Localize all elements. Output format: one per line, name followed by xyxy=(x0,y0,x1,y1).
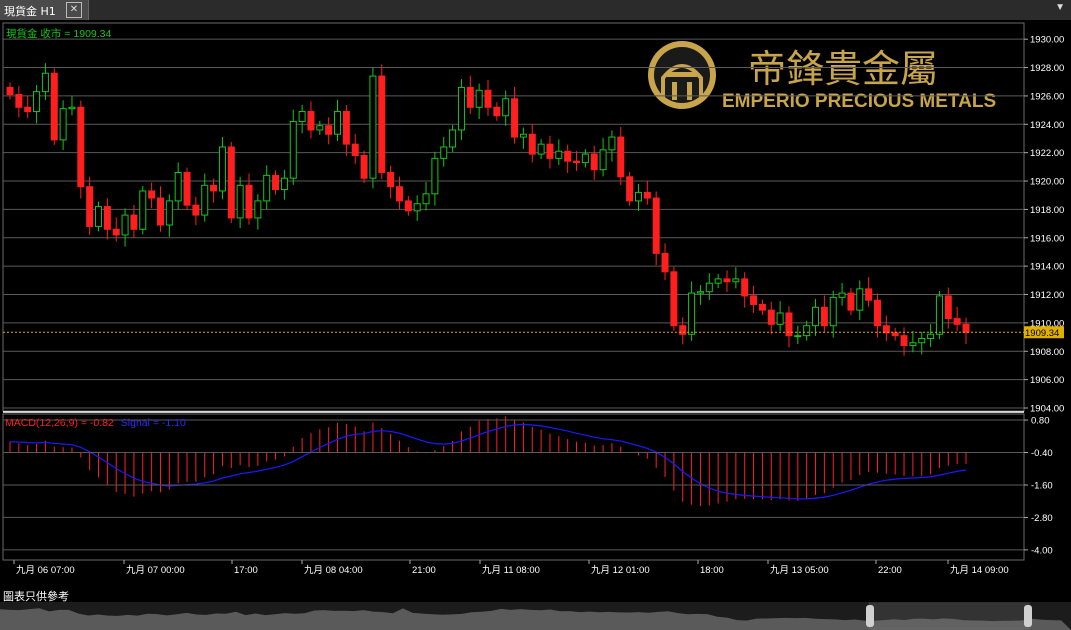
scroll-handle-right-icon[interactable] xyxy=(1024,605,1032,627)
candlestick xyxy=(378,64,386,180)
time-axis-label: 九月 14 09:00 xyxy=(950,564,1009,576)
macd-label: MACD(12,26,9) = -0.82 xyxy=(5,417,114,429)
macd-tick-label: 0.80 xyxy=(1031,416,1050,427)
price-tick-label: 1906.00 xyxy=(1030,375,1064,386)
tab-title: 現貨金 H1 xyxy=(4,5,56,18)
current-price-label: 1909.34 xyxy=(1025,328,1059,339)
time-axis-label: 九月 12 01:00 xyxy=(591,564,650,576)
candlestick xyxy=(626,171,634,206)
time-axis-label: 九月 07 00:00 xyxy=(126,564,185,576)
price-tick-label: 1914.00 xyxy=(1030,262,1064,273)
price-tick-label: 1918.00 xyxy=(1030,205,1064,216)
close-icon[interactable]: ✕ xyxy=(66,2,82,18)
logo-chinese-text: 帝鋒貴金屬 xyxy=(748,47,938,91)
macd-tick-label: -4.00 xyxy=(1031,545,1053,556)
time-axis-label: 九月 11 08:00 xyxy=(482,564,540,576)
time-axis-label: 17:00 xyxy=(234,565,258,576)
candlestick xyxy=(227,142,235,223)
candlestick xyxy=(360,150,368,184)
tab-gold-h1[interactable]: 現貨金 H1 ✕ xyxy=(0,0,89,20)
chart-area[interactable]: 帝鋒貴金屬 EMPERIO PRECIOUS METALS 1930.00 192… xyxy=(0,20,1071,602)
time-axis-label: 18:00 xyxy=(700,565,724,576)
price-tick-label: 1922.00 xyxy=(1030,148,1064,159)
scroll-handle-left-icon[interactable] xyxy=(866,605,874,627)
time-axis-label: 九月 08 04:00 xyxy=(304,564,363,576)
price-tick-label: 1920.00 xyxy=(1030,177,1064,188)
candlestick xyxy=(369,67,377,189)
svg-text:MACD(12,26,9) = -0.82 Sign: MACD(12,26,9) = -0.82 Signal = -1.10 xyxy=(5,417,186,429)
main-panel-label: 現貨金 收市 = 1909.34 xyxy=(6,27,111,40)
price-tick-label: 1916.00 xyxy=(1030,233,1064,244)
window-tab-bar: 現貨金 H1 ✕ ▼ xyxy=(0,0,1071,20)
scroll-window[interactable] xyxy=(868,602,1030,630)
macd-tick-label: -2.80 xyxy=(1031,513,1053,524)
price-tick-label: 1908.00 xyxy=(1030,347,1064,358)
macd-tick-label: -1.60 xyxy=(1031,480,1053,491)
price-tick-label: 1930.00 xyxy=(1030,35,1064,46)
price-tick-label: 1924.00 xyxy=(1030,120,1064,131)
price-tick-label: 1928.00 xyxy=(1030,63,1064,74)
candlestick xyxy=(50,68,58,145)
signal-label: Signal = -1.10 xyxy=(121,417,186,429)
candlestick xyxy=(670,266,678,331)
price-tick-label: 1904.00 xyxy=(1030,404,1064,415)
macd-tick-label: -0.40 xyxy=(1031,448,1053,459)
candlestick xyxy=(183,167,191,211)
price-tick-label: 1912.00 xyxy=(1030,290,1064,301)
candlestick xyxy=(77,100,85,199)
candlestick xyxy=(139,186,147,235)
price-tick-label: 1926.00 xyxy=(1030,91,1064,102)
candlestick xyxy=(289,109,297,185)
chart-scrollbar[interactable] xyxy=(0,602,1071,630)
time-axis-label: 九月 13 05:00 xyxy=(770,564,829,576)
time-axis-label: 九月 06 07:00 xyxy=(16,564,75,576)
time-axis-label: 22:00 xyxy=(878,565,902,576)
logo-english-text: EMPERIO PRECIOUS METALS xyxy=(722,91,996,112)
time-axis-label: 21:00 xyxy=(412,565,436,576)
candlestick xyxy=(95,201,103,232)
menu-arrow-icon[interactable]: ▼ xyxy=(1055,2,1065,13)
